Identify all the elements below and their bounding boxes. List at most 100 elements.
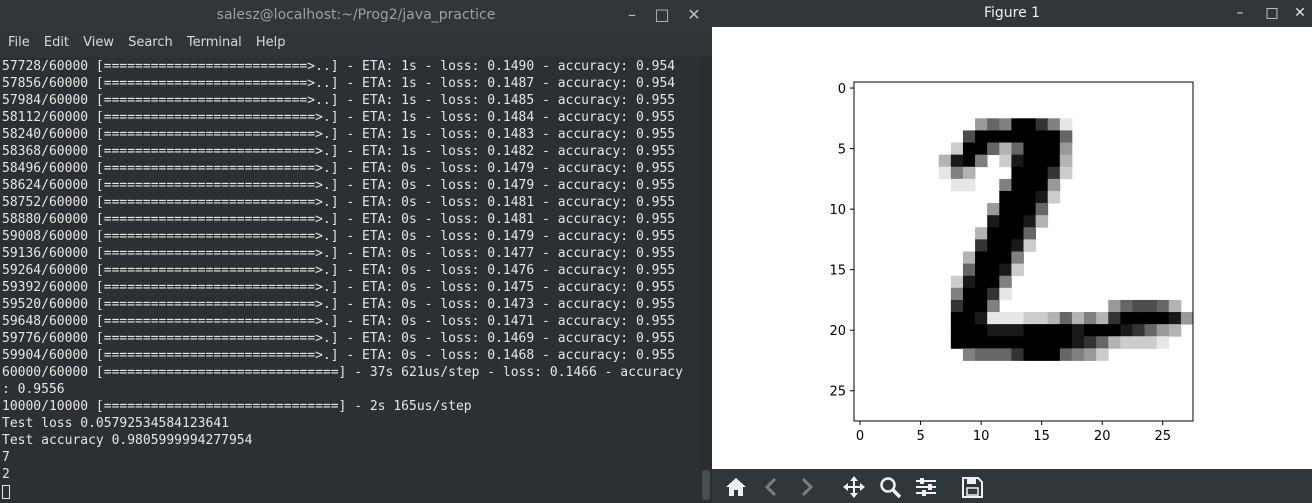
- menu-view[interactable]: View: [83, 30, 114, 56]
- terminal-line: 58240/60000 [===========================…: [2, 127, 676, 142]
- maximize-icon[interactable]: □: [1260, 0, 1284, 27]
- home-icon[interactable]: [722, 473, 750, 501]
- heatmap-cell: [1011, 336, 1024, 349]
- heatmap-cell: [987, 203, 1000, 216]
- heatmap-cell: [999, 324, 1012, 337]
- close-icon[interactable]: ✕: [1288, 0, 1312, 27]
- back-icon[interactable]: [758, 473, 786, 501]
- heatmap-cell: [1047, 336, 1061, 349]
- menu-edit[interactable]: Edit: [44, 30, 69, 56]
- minimize-icon[interactable]: –: [1228, 0, 1252, 27]
- x-tick-label: 15: [1033, 429, 1050, 444]
- heatmap-cell: [1059, 166, 1073, 180]
- menu-search[interactable]: Search: [128, 30, 173, 56]
- terminal-line: 59776/60000 [===========================…: [2, 331, 676, 346]
- heatmap-cell: [975, 312, 988, 325]
- heatmap-cell: [1011, 215, 1024, 228]
- heatmap-cell: [1132, 312, 1145, 325]
- terminal-scrollbar[interactable]: [700, 56, 712, 503]
- close-icon[interactable]: ✕: [682, 0, 706, 30]
- heatmap-cell: [999, 263, 1012, 277]
- configure-subplots-icon[interactable]: [912, 473, 940, 501]
- heatmap-cell: [1035, 154, 1049, 168]
- heatmap-cell: [999, 275, 1012, 289]
- heatmap-cell: [1011, 130, 1024, 143]
- heatmap-cell: [1011, 239, 1024, 252]
- terminal-line: 58112/60000 [===========================…: [2, 110, 676, 125]
- heatmap-cell: [1156, 336, 1170, 349]
- terminal-line: 7: [2, 450, 10, 465]
- heatmap-cell: [962, 336, 976, 349]
- heatmap-cell: [1168, 312, 1182, 325]
- heatmap-cell: [999, 118, 1012, 131]
- heatmap-cell: [962, 142, 976, 156]
- heatmap-cell: [999, 154, 1012, 168]
- heatmap-cell: [987, 130, 1000, 143]
- y-tick-label: 20: [829, 324, 846, 339]
- heatmap-cell: [975, 324, 988, 337]
- minimize-icon[interactable]: –: [620, 0, 644, 30]
- heatmap-cell: [975, 239, 988, 252]
- terminal-titlebar[interactable]: salesz@localhost:~/Prog2/java_practice –…: [0, 0, 712, 30]
- terminal-menubar: File Edit View Search Terminal Help: [0, 30, 712, 56]
- heatmap-cell: [987, 299, 1000, 313]
- heatmap-cell: [1108, 299, 1121, 313]
- terminal-line: : 0.9556: [2, 382, 65, 397]
- heatmap-cell: [1023, 130, 1037, 143]
- maximize-icon[interactable]: □: [650, 0, 674, 30]
- terminal-line: 58496/60000 [===========================…: [2, 161, 676, 176]
- y-tick-label: 15: [829, 264, 846, 279]
- heatmap-cell: [975, 227, 988, 240]
- forward-icon[interactable]: [792, 473, 820, 501]
- heatmap-cell: [1047, 130, 1061, 143]
- heatmap-cell: [1035, 130, 1049, 143]
- zoom-icon[interactable]: [876, 473, 904, 501]
- heatmap-cell: [1132, 299, 1145, 313]
- heatmap-cell: [975, 287, 988, 301]
- save-icon[interactable]: [958, 473, 986, 501]
- heatmap-cell: [1047, 348, 1061, 361]
- heatmap-cell: [1035, 203, 1049, 216]
- heatmap-cell: [999, 203, 1012, 216]
- terminal-line: 59264/60000 [===========================…: [2, 263, 676, 278]
- heatmap-cell: [1011, 312, 1024, 325]
- x-tick-label: 25: [1154, 429, 1171, 444]
- menu-file[interactable]: File: [8, 30, 30, 56]
- heatmap-cell: [987, 287, 1000, 301]
- heatmap-cell: [1035, 336, 1049, 349]
- heatmap-cell: [1023, 215, 1037, 228]
- heatmap-cell: [975, 299, 988, 313]
- heatmap-cell: [1071, 336, 1085, 349]
- heatmap-cell: [1011, 251, 1024, 265]
- heatmap-cell: [1180, 312, 1194, 325]
- heatmap-cell: [1108, 324, 1121, 337]
- heatmap-cell: [1011, 178, 1024, 192]
- scrollbar-thumb[interactable]: [702, 470, 710, 500]
- heatmap-cell: [1120, 336, 1133, 349]
- heatmap-cells: [938, 118, 1194, 361]
- heatmap-cell: [975, 348, 988, 361]
- heatmap-cell: [1120, 312, 1133, 325]
- heatmap-cell: [987, 263, 1000, 277]
- heatmap-cell: [999, 336, 1012, 349]
- pan-icon[interactable]: [840, 473, 868, 501]
- heatmap-cell: [962, 275, 976, 289]
- heatmap-cell: [962, 130, 976, 143]
- menu-terminal[interactable]: Terminal: [187, 30, 242, 56]
- heatmap-cell: [1084, 324, 1097, 337]
- heatmap-cell: [1023, 154, 1037, 168]
- heatmap-cell: [1047, 142, 1061, 156]
- heatmap-cell: [962, 348, 976, 361]
- heatmap-cell: [1120, 324, 1133, 337]
- menu-help[interactable]: Help: [256, 30, 286, 56]
- heatmap-cell: [1035, 348, 1049, 361]
- heatmap-cell: [1047, 312, 1061, 325]
- heatmap-cell: [987, 336, 1000, 349]
- heatmap-cell: [962, 154, 976, 168]
- heatmap-cell: [1011, 324, 1024, 337]
- figure-titlebar[interactable]: Figure 1 – □ ✕: [712, 0, 1312, 27]
- terminal-line: 2: [2, 467, 10, 482]
- terminal-output[interactable]: 57728/60000 [==========================>…: [0, 58, 700, 503]
- heatmap-cell: [1144, 324, 1158, 337]
- heatmap-cell: [999, 142, 1012, 156]
